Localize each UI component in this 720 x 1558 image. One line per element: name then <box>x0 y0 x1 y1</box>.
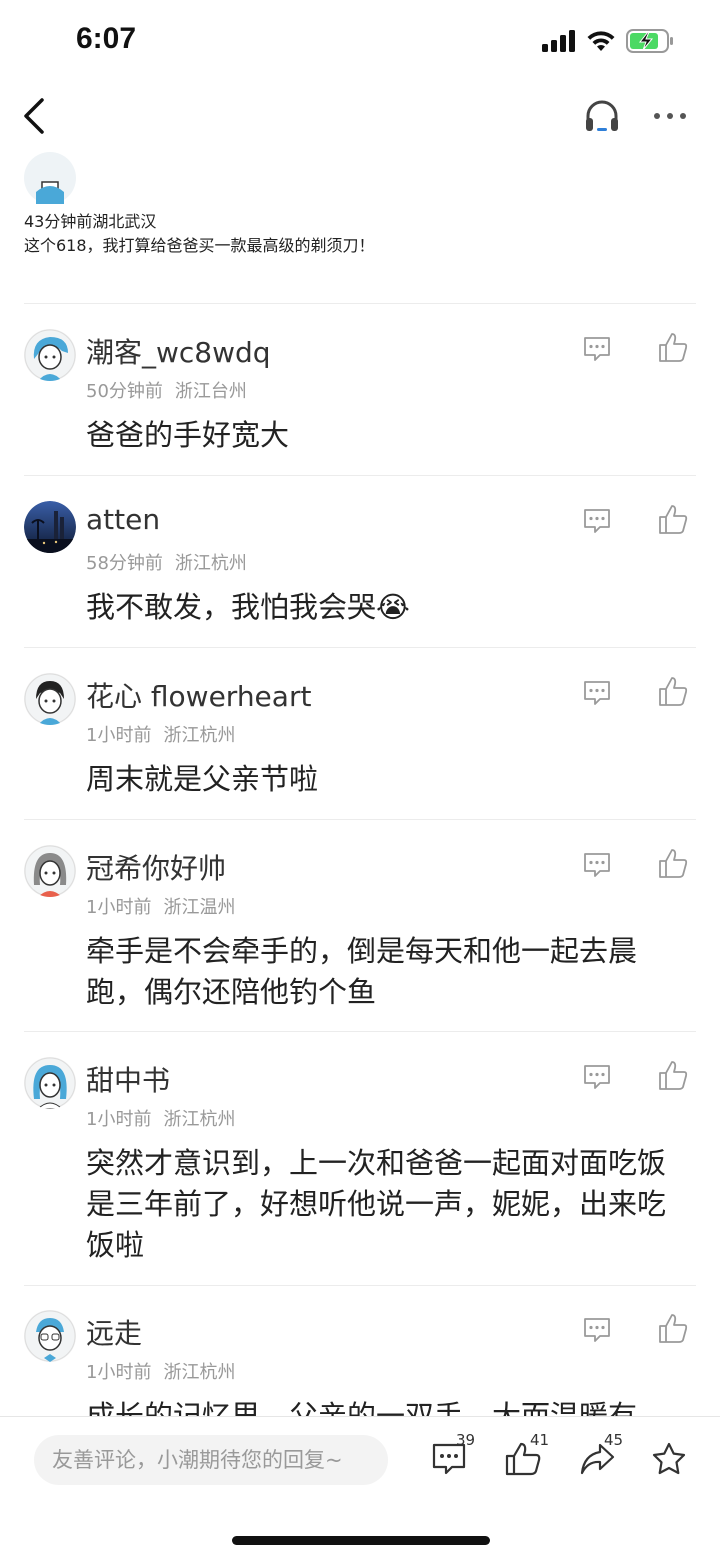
comment-item: 远走 1小时前 浙江杭州 成长的记忆里，父亲的一双手，大而温暖有 <box>24 1310 696 1416</box>
comment-text: 我不敢发，我怕我会哭😭 <box>86 590 410 624</box>
star-icon[interactable] <box>650 1441 688 1477</box>
more-dots-icon[interactable] <box>652 104 688 128</box>
comment-meta: 1小时前 浙江杭州 <box>86 1358 235 1384</box>
thumbs-up-icon[interactable] <box>658 503 688 535</box>
headphone-icon[interactable] <box>584 98 620 134</box>
user-avatar[interactable] <box>24 152 696 208</box>
wifi-icon <box>587 31 615 51</box>
comment-meta: 1小时前 浙江杭州 <box>86 721 235 747</box>
share-count: 45 <box>604 1431 624 1449</box>
comment-text: 突然才意识到，上一次和爸爸一起面对面吃饭是三年前了，好想听他说一声，妮妮，出来吃… <box>86 1146 667 1262</box>
reply-icon[interactable] <box>582 851 612 879</box>
username[interactable]: 潮客_wc8wdq <box>86 331 271 371</box>
comment-location: 湖北武汉 <box>92 212 157 231</box>
home-indicator[interactable] <box>232 1536 490 1545</box>
user-avatar[interactable] <box>24 501 76 553</box>
comment-item: 潮客_wc8wdq 50分钟前 浙江台州 爸爸的手好宽大 <box>24 329 696 476</box>
username[interactable]: 甜中书 <box>86 1059 170 1099</box>
comment-text: 牵手是不会牵手的，倒是每天和他一起去晨跑，偶尔还陪他钓个鱼 <box>86 934 638 1009</box>
comment-time: 50分钟前 <box>86 381 163 402</box>
reply-icon[interactable] <box>582 1316 612 1344</box>
comment-location: 浙江杭州 <box>163 725 236 746</box>
thumbs-up-icon[interactable] <box>658 331 688 363</box>
comment-location: 浙江温州 <box>163 897 236 918</box>
comment-item: 43分钟前湖北武汉 这个618，我打算给爸爸买一款最高级的剃须刀！ <box>24 152 696 304</box>
username[interactable]: 花心 flowerheart <box>86 675 311 715</box>
comment-time: 58分钟前 <box>86 553 163 574</box>
battery-icon <box>626 29 673 53</box>
comment-time: 1小时前 <box>86 897 152 918</box>
thumbs-up-icon[interactable] <box>658 847 688 879</box>
comment-meta: 1小时前 浙江温州 <box>86 893 235 919</box>
user-avatar[interactable] <box>24 329 76 381</box>
username[interactable]: atten <box>86 503 160 536</box>
comment-item: atten 58分钟前 浙江杭州 我不敢发，我怕我会哭😭 <box>24 501 696 648</box>
comment-item: 甜中书 1小时前 浙江杭州 突然才意识到，上一次和爸爸一起面对面吃饭是三年前了，好… <box>24 1057 696 1286</box>
comment-location: 浙江杭州 <box>174 553 247 574</box>
comment-meta: 1小时前 浙江杭州 <box>86 1105 235 1131</box>
reply-icon[interactable] <box>582 335 612 363</box>
reply-icon[interactable] <box>582 679 612 707</box>
comment-meta: 43分钟前湖北武汉 <box>24 208 696 232</box>
comment-input[interactable]: 友善评论，小潮期待您的回复~ <box>34 1435 388 1485</box>
reply-icon[interactable] <box>582 507 612 535</box>
user-avatar[interactable] <box>24 1057 76 1109</box>
comment-text: 这个618，我打算给爸爸买一款最高级的剃须刀！ <box>24 236 375 255</box>
comment-text: 周末就是父亲节啦 <box>86 762 319 796</box>
comment-text: 成长的记忆里，父亲的一双手，大而温暖有 <box>86 1399 638 1416</box>
chevron-left-icon[interactable] <box>18 96 52 136</box>
user-avatar[interactable] <box>24 673 76 725</box>
comment-time: 1小时前 <box>86 1362 152 1383</box>
like-count: 41 <box>530 1431 550 1449</box>
status-time: 6:07 <box>76 22 137 55</box>
comment-meta: 50分钟前 浙江台州 <box>86 377 247 403</box>
status-icons <box>542 26 674 56</box>
comment-location: 浙江杭州 <box>163 1362 236 1383</box>
comment-time: 1小时前 <box>86 1109 152 1130</box>
signal-icon <box>542 30 575 52</box>
comment-time: 1小时前 <box>86 725 152 746</box>
username[interactable]: 冠希你好帅 <box>86 847 226 887</box>
bottom-bar: 友善评论，小潮期待您的回复~ 39 41 45 <box>0 1416 720 1558</box>
status-bar: 6:07 <box>0 0 720 80</box>
comment-count: 39 <box>456 1431 476 1449</box>
username[interactable]: 远走 <box>86 1312 142 1352</box>
comment-item: 花心 flowerheart 1小时前 浙江杭州 周末就是父亲节啦 <box>24 673 696 820</box>
user-avatar[interactable] <box>24 1310 76 1362</box>
comment-location: 浙江台州 <box>174 381 247 402</box>
reply-icon[interactable] <box>582 1063 612 1091</box>
comment-item: 冠希你好帅 1小时前 浙江温州 牵手是不会牵手的，倒是每天和他一起去晨跑，偶尔还陪… <box>24 845 696 1032</box>
user-avatar[interactable] <box>24 845 76 897</box>
thumbs-up-icon[interactable] <box>658 675 688 707</box>
comment-meta: 58分钟前 浙江杭州 <box>86 549 247 575</box>
nav-bar <box>0 80 720 152</box>
comment-text: 爸爸的手好宽大 <box>86 418 290 452</box>
comment-time: 43分钟前 <box>24 212 93 231</box>
thumbs-up-icon[interactable] <box>658 1312 688 1344</box>
comment-location: 浙江杭州 <box>163 1109 236 1130</box>
thumbs-up-icon[interactable] <box>658 1059 688 1091</box>
